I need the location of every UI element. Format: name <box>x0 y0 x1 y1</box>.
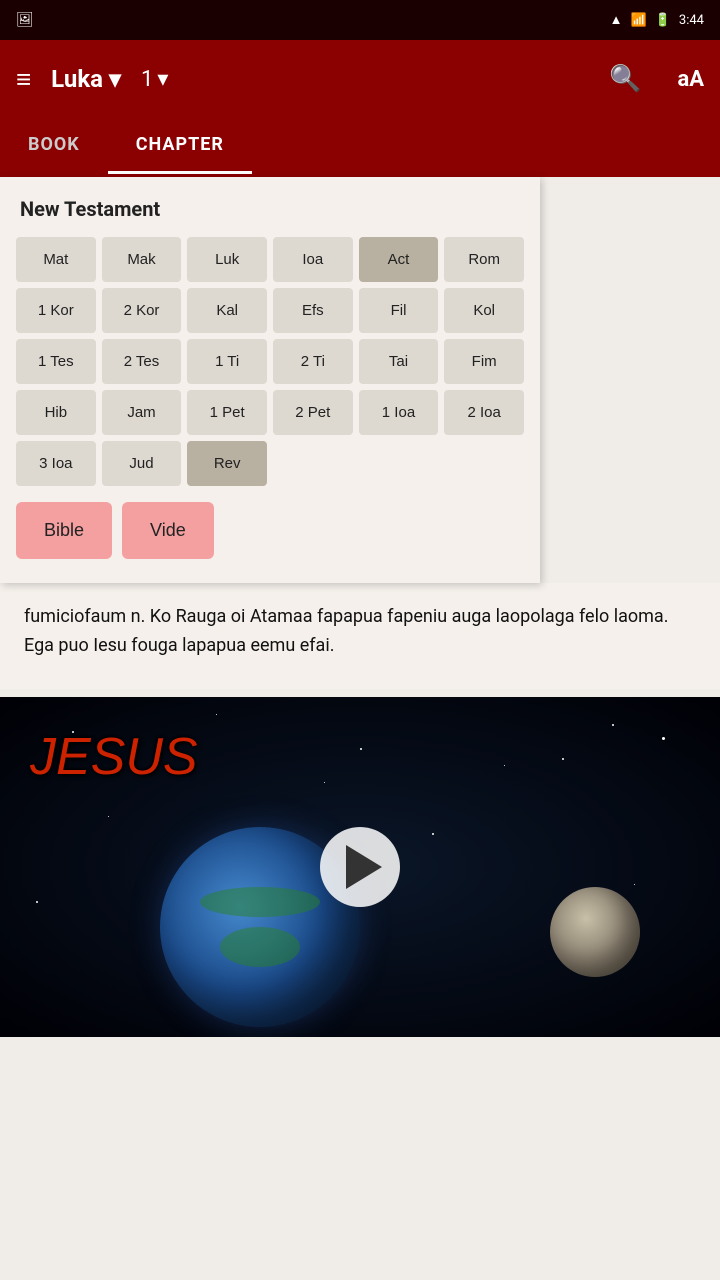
book-btn-1ti[interactable]: 1 Ti <box>187 339 267 384</box>
menu-button[interactable]: ≡ <box>16 64 31 95</box>
book-btn-fim[interactable]: Fim <box>444 339 524 384</box>
chapter-number: 1 <box>141 67 153 92</box>
vide-button[interactable]: Vide <box>122 502 214 559</box>
tab-book[interactable]: BOOK <box>0 118 108 174</box>
font-size-button[interactable]: aA <box>677 67 704 92</box>
book-btn-act[interactable]: Act <box>359 237 439 282</box>
signal-icon: 📶 <box>631 13 647 28</box>
book-name: Luka <box>51 65 103 93</box>
dropdown-panel: New Testament Mat Mak Luk Ioa Act Rom 1 … <box>0 177 540 583</box>
battery-icon: 🔋 <box>655 13 671 28</box>
book-btn-jud[interactable]: Jud <box>102 441 182 486</box>
star <box>324 782 325 783</box>
book-btn-2pet[interactable]: 2 Pet <box>273 390 353 435</box>
status-left: 🖼 <box>16 12 34 28</box>
book-btn-2kor[interactable]: 2 Kor <box>102 288 182 333</box>
book-btn-kol[interactable]: Kol <box>444 288 524 333</box>
book-btn-rev[interactable]: Rev <box>187 441 267 486</box>
star <box>216 714 217 715</box>
content-paragraph-1: fumiciofaum n. Ko Rauga oi Atamaa fapapu… <box>24 603 696 661</box>
overlay-area: BOOK CHAPTER New Testament Mat Mak Luk I… <box>0 118 720 583</box>
star <box>504 765 505 766</box>
chapter-selector[interactable]: 1 ▾ <box>141 67 168 92</box>
book-btn-luk[interactable]: Luk <box>187 237 267 282</box>
book-btn-mat[interactable]: Mat <box>16 237 96 282</box>
book-btn-kal[interactable]: Kal <box>187 288 267 333</box>
photo-icon: 🖼 <box>16 12 34 28</box>
book-btn-rom[interactable]: Rom <box>444 237 524 282</box>
main-content: fumiciofaum n. Ko Rauga oi Atamaa fapapu… <box>0 583 720 689</box>
star <box>634 884 635 885</box>
book-btn-1ioa[interactable]: 1 Ioa <box>359 390 439 435</box>
book-btn-2ioa[interactable]: 2 Ioa <box>444 390 524 435</box>
book-btn-3ioa[interactable]: 3 Ioa <box>16 441 96 486</box>
book-btn-efs[interactable]: Efs <box>273 288 353 333</box>
book-selector[interactable]: Luka ▾ <box>51 65 121 93</box>
books-grid: Mat Mak Luk Ioa Act Rom 1 Kor 2 Kor Kal … <box>16 237 524 486</box>
star <box>108 816 109 817</box>
book-btn-hib[interactable]: Hib <box>16 390 96 435</box>
testament-label: New Testament <box>16 197 524 221</box>
play-button[interactable] <box>320 827 400 907</box>
video-container[interactable]: JESUS <box>0 697 720 1037</box>
book-btn-ioa[interactable]: Ioa <box>273 237 353 282</box>
page-wrapper: 🖼 ▲ 📶 🔋 3:44 ≡ Luka ▾ 1 ▾ 🔍 aA BOOK <box>0 0 720 1037</box>
book-btn-1tes[interactable]: 1 Tes <box>16 339 96 384</box>
star <box>360 748 362 750</box>
status-right: ▲ 📶 🔋 3:44 <box>610 12 704 28</box>
jesus-logo: JESUS <box>30 727 198 787</box>
star <box>36 901 38 903</box>
tab-chapter[interactable]: CHAPTER <box>108 118 252 174</box>
book-btn-fil[interactable]: Fil <box>359 288 439 333</box>
book-btn-jam[interactable]: Jam <box>102 390 182 435</box>
search-button[interactable]: 🔍 <box>609 64 641 94</box>
wifi-icon: ▲ <box>610 12 623 28</box>
chapter-dropdown-icon: ▾ <box>157 67 168 92</box>
book-btn-2tes[interactable]: 2 Tes <box>102 339 182 384</box>
book-btn-mak[interactable]: Mak <box>102 237 182 282</box>
action-buttons: Bible Vide <box>16 502 524 559</box>
book-btn-2ti[interactable]: 2 Ti <box>273 339 353 384</box>
tabs-bar: BOOK CHAPTER <box>0 118 720 177</box>
status-bar: 🖼 ▲ 📶 🔋 3:44 <box>0 0 720 40</box>
time-display: 3:44 <box>679 13 704 28</box>
bible-button[interactable]: Bible <box>16 502 112 559</box>
book-btn-tai[interactable]: Tai <box>359 339 439 384</box>
book-btn-1kor[interactable]: 1 Kor <box>16 288 96 333</box>
star <box>662 737 665 740</box>
planet-moon <box>550 887 640 977</box>
play-icon <box>346 845 382 889</box>
book-btn-1pet[interactable]: 1 Pet <box>187 390 267 435</box>
star <box>432 833 434 835</box>
video-section: JESUS <box>0 697 720 1037</box>
book-dropdown-icon: ▾ <box>109 65 121 93</box>
star <box>612 724 614 726</box>
toolbar: ≡ Luka ▾ 1 ▾ 🔍 aA <box>0 40 720 118</box>
star <box>562 758 564 760</box>
